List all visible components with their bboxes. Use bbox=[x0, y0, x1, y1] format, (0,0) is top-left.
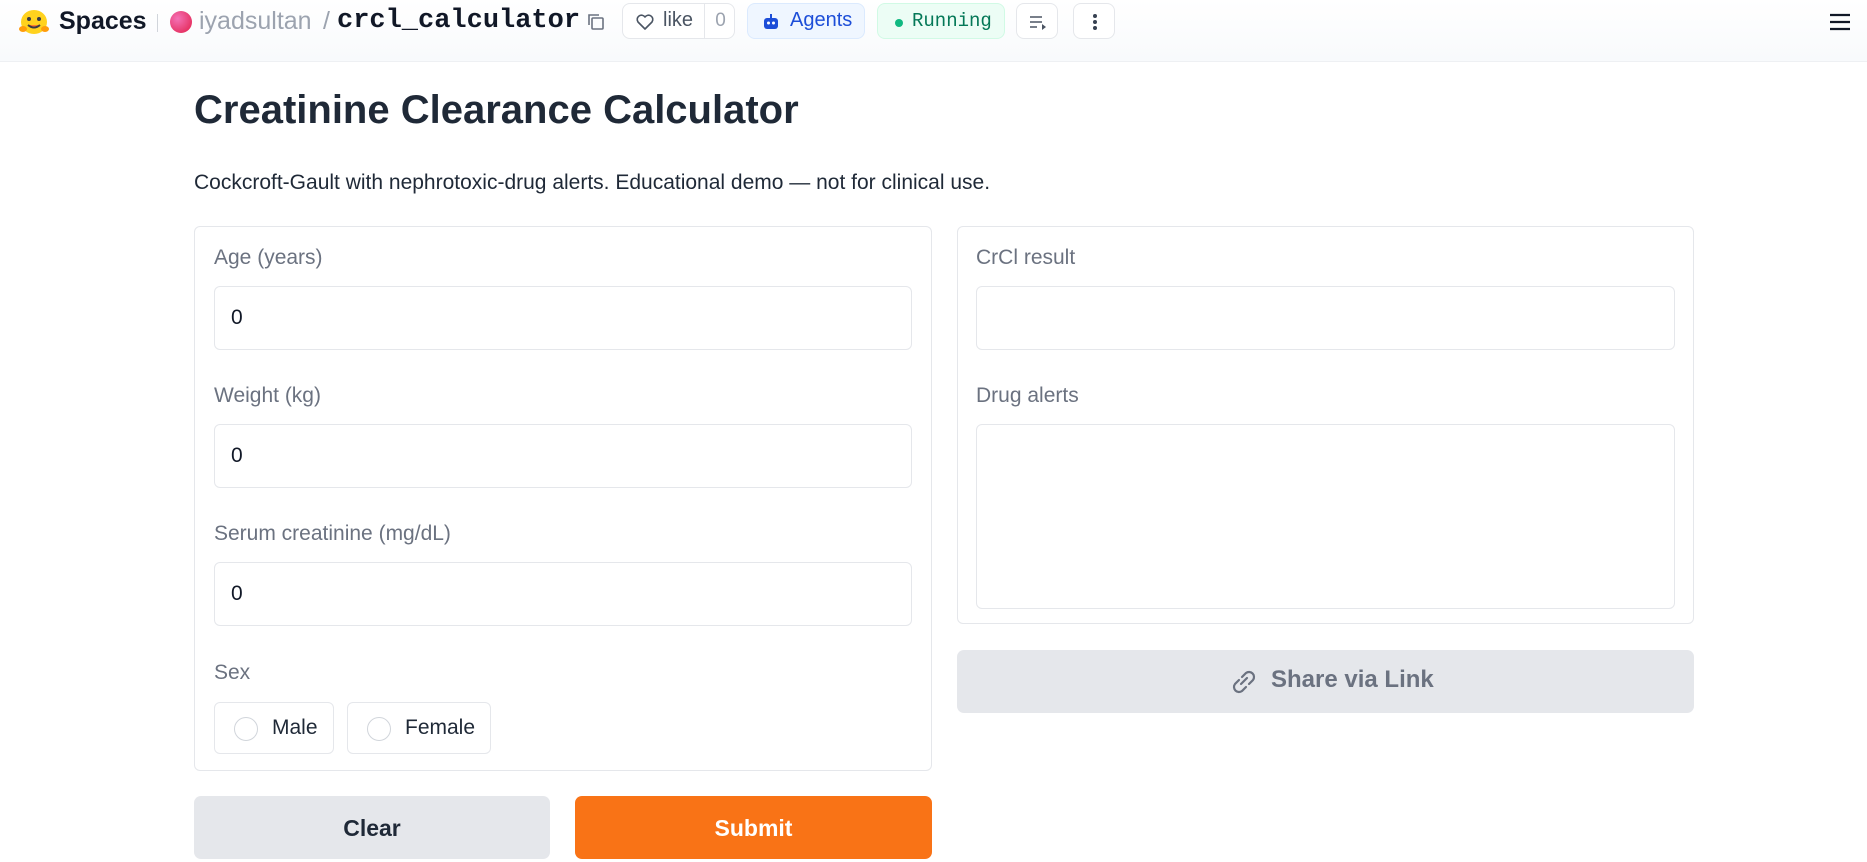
submit-button[interactable]: Submit bbox=[575, 796, 932, 859]
agents-button[interactable]: Agents bbox=[747, 3, 865, 39]
hugging-face-logo-icon[interactable] bbox=[18, 8, 50, 36]
drug-alerts-field[interactable] bbox=[976, 424, 1675, 609]
age-label: Age (years) bbox=[214, 246, 323, 269]
sex-option-female[interactable]: Female bbox=[347, 702, 491, 754]
path-separator: / bbox=[323, 7, 330, 35]
robot-icon bbox=[764, 14, 778, 29]
list-icon bbox=[1030, 16, 1046, 30]
age-input[interactable] bbox=[214, 286, 912, 350]
top-navigation-bar: Spaces iyadsultan / crcl_calculator like… bbox=[0, 0, 1867, 62]
creatinine-input[interactable] bbox=[214, 562, 912, 626]
heart-icon bbox=[636, 14, 654, 30]
radio-circle[interactable] bbox=[234, 717, 258, 741]
link-icon bbox=[1232, 670, 1256, 694]
drug-alerts-label: Drug alerts bbox=[976, 384, 1079, 407]
repo-name[interactable]: crcl_calculator bbox=[337, 6, 580, 36]
radio-label: Female bbox=[405, 716, 476, 739]
like-button[interactable]: like 0 bbox=[622, 3, 735, 39]
like-label: like bbox=[663, 9, 694, 31]
more-options-button[interactable] bbox=[1073, 3, 1115, 39]
page-title: Creatinine Clearance Calculator bbox=[194, 88, 799, 132]
status-badge[interactable]: Running bbox=[877, 3, 1005, 39]
copy-icon[interactable] bbox=[585, 11, 607, 33]
sex-label: Sex bbox=[214, 661, 251, 684]
status-label: Running bbox=[912, 10, 992, 32]
share-label: Share via Link bbox=[1271, 666, 1434, 693]
status-dot bbox=[895, 19, 903, 27]
weight-label: Weight (kg) bbox=[214, 384, 321, 407]
sex-option-male[interactable]: Male bbox=[214, 702, 334, 754]
share-via-link-button[interactable]: Share via Link bbox=[957, 650, 1694, 713]
radio-label: Male bbox=[272, 716, 318, 739]
page-description: Cockcroft-Gault with nephrotoxic-drug al… bbox=[194, 171, 991, 194]
agents-label: Agents bbox=[790, 9, 853, 31]
owner-avatar[interactable] bbox=[170, 11, 192, 33]
radio-circle[interactable] bbox=[367, 717, 391, 741]
creatinine-label: Serum creatinine (mg/dL) bbox=[214, 522, 451, 545]
spaces-link[interactable]: Spaces bbox=[59, 7, 147, 36]
like-count: 0 bbox=[704, 4, 736, 38]
divider bbox=[157, 14, 158, 32]
crcl-result-field[interactable] bbox=[976, 286, 1675, 350]
menu-icon[interactable] bbox=[1828, 12, 1852, 32]
weight-input[interactable] bbox=[214, 424, 912, 488]
crcl-result-label: CrCl result bbox=[976, 246, 1076, 269]
owner-link[interactable]: iyadsultan bbox=[199, 7, 312, 36]
logs-button[interactable] bbox=[1016, 3, 1058, 39]
more-vertical-icon bbox=[1093, 14, 1097, 30]
clear-button[interactable]: Clear bbox=[194, 796, 550, 859]
